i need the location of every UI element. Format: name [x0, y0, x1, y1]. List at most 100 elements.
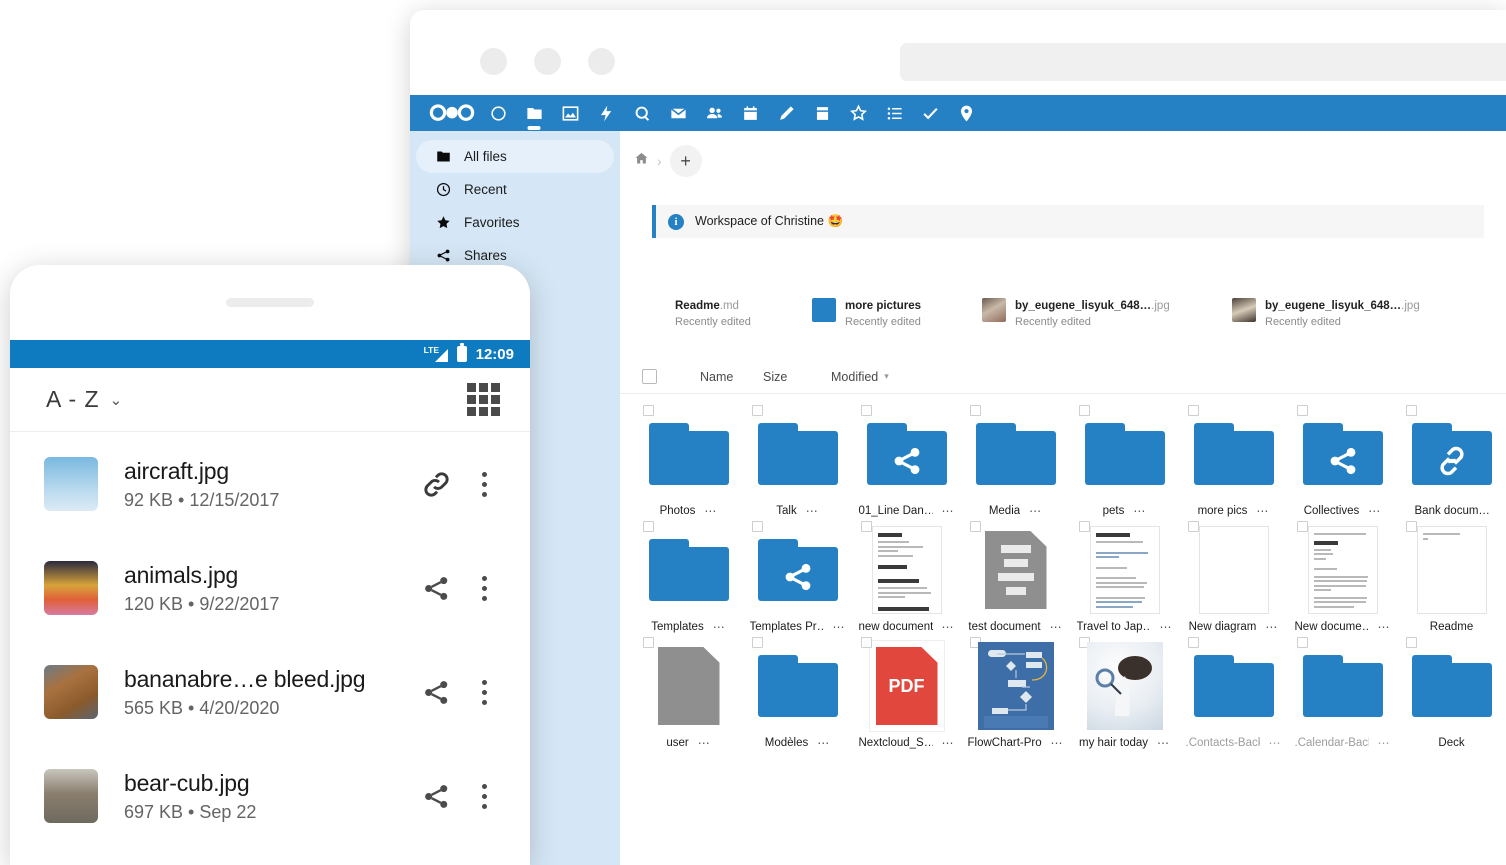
nav-tables-icon[interactable]: [876, 95, 912, 131]
column-header-name[interactable]: Name: [700, 370, 763, 384]
file-tile[interactable]: New docume… ⋯: [1288, 517, 1397, 633]
file-actions-button[interactable]: ⋯: [942, 621, 955, 633]
file-actions-button[interactable]: ⋯: [833, 621, 846, 633]
file-checkbox[interactable]: [1188, 521, 1199, 532]
file-tile[interactable]: Templates ⋯: [634, 517, 743, 633]
file-tile[interactable]: Collectives ⋯: [1288, 401, 1397, 517]
file-tile[interactable]: Travel to Jap… ⋯: [1070, 517, 1179, 633]
sort-order-button[interactable]: A - Z ⌄: [46, 386, 123, 413]
file-tile[interactable]: my hair today ⋯: [1070, 633, 1179, 749]
file-checkbox[interactable]: [1406, 521, 1417, 532]
file-tile[interactable]: Templates Pr… ⋯: [743, 517, 852, 633]
file-checkbox[interactable]: [861, 405, 872, 416]
file-checkbox[interactable]: [970, 521, 981, 532]
minimize-button[interactable]: [534, 48, 561, 75]
maximize-button[interactable]: [588, 48, 615, 75]
file-tile[interactable]: new document ⋯: [852, 517, 961, 633]
file-actions-button[interactable]: ⋯: [806, 505, 819, 517]
file-actions-button[interactable]: ⋯: [1378, 621, 1391, 633]
nav-tasks-icon[interactable]: [912, 95, 948, 131]
file-actions-button[interactable]: ⋯: [942, 505, 955, 517]
file-actions-button[interactable]: ⋯: [1265, 621, 1278, 633]
file-tile[interactable]: Modèles ⋯: [743, 633, 852, 749]
file-actions-button[interactable]: ⋯: [1269, 737, 1282, 749]
file-actions-button[interactable]: ⋯: [942, 737, 955, 749]
file-checkbox[interactable]: [643, 405, 654, 416]
file-actions-button[interactable]: ⋯: [713, 621, 726, 633]
file-tile[interactable]: .Calendar-Backup ⋯: [1288, 633, 1397, 749]
file-checkbox[interactable]: [1406, 637, 1417, 648]
share-icon[interactable]: [408, 574, 464, 603]
share-icon[interactable]: [408, 678, 464, 707]
file-tile[interactable]: user ⋯: [634, 633, 743, 749]
file-tile[interactable]: New diagram ⋯: [1179, 517, 1288, 633]
more-options-button[interactable]: [464, 679, 504, 705]
file-tile[interactable]: FlowChart-Pro ⋯: [961, 633, 1070, 749]
link-icon[interactable]: [408, 470, 464, 499]
column-header-size[interactable]: Size: [763, 370, 831, 384]
nav-photos-icon[interactable]: [552, 95, 588, 131]
file-actions-button[interactable]: ⋯: [1157, 737, 1170, 749]
file-checkbox[interactable]: [861, 521, 872, 532]
address-bar[interactable]: [900, 43, 1506, 81]
file-actions-button[interactable]: ⋯: [1160, 621, 1173, 633]
more-options-button[interactable]: [464, 783, 504, 809]
file-checkbox[interactable]: [1297, 405, 1308, 416]
file-actions-button[interactable]: ⋯: [1378, 737, 1391, 749]
file-tile[interactable]: Bank docum…: [1397, 401, 1506, 517]
nav-activity-icon[interactable]: [588, 95, 624, 131]
new-file-button[interactable]: +: [669, 145, 702, 177]
file-tile[interactable]: Deck: [1397, 633, 1506, 749]
file-tile[interactable]: pets ⋯: [1070, 401, 1179, 517]
file-checkbox[interactable]: [1079, 405, 1090, 416]
file-checkbox[interactable]: [1188, 637, 1199, 648]
recent-item[interactable]: by_eugene_lisyuk_648….jpg Recently edite…: [982, 296, 1232, 328]
grid-view-icon[interactable]: [467, 383, 500, 416]
sidebar-item-all-files[interactable]: All files: [416, 140, 614, 173]
file-actions-button[interactable]: ⋯: [1029, 505, 1042, 517]
file-checkbox[interactable]: [1297, 637, 1308, 648]
sidebar-item-favorites[interactable]: Favorites: [416, 206, 614, 239]
file-tile[interactable]: .Contacts-Backup ⋯: [1179, 633, 1288, 749]
file-checkbox[interactable]: [1406, 405, 1417, 416]
select-all-checkbox[interactable]: [642, 369, 657, 384]
file-actions-button[interactable]: ⋯: [1050, 621, 1063, 633]
more-options-button[interactable]: [464, 471, 504, 497]
nav-mail-icon[interactable]: [660, 95, 696, 131]
file-actions-button[interactable]: ⋯: [704, 505, 717, 517]
list-item[interactable]: aircraft.jpg 92 KB • 12/15/2017: [10, 432, 530, 536]
close-button[interactable]: [480, 48, 507, 75]
file-tile[interactable]: Talk ⋯: [743, 401, 852, 517]
file-tile[interactable]: Readme: [1397, 517, 1506, 633]
file-tile[interactable]: PDF Nextcloud_S… ⋯: [852, 633, 961, 749]
file-checkbox[interactable]: [1297, 521, 1308, 532]
list-item[interactable]: bananabre…e bleed.jpg 565 KB • 4/20/2020: [10, 640, 530, 744]
file-checkbox[interactable]: [752, 637, 763, 648]
file-checkbox[interactable]: [861, 637, 872, 648]
file-tile[interactable]: test document ⋯: [961, 517, 1070, 633]
nav-notes-icon[interactable]: [768, 95, 804, 131]
file-tile[interactable]: Photos ⋯: [634, 401, 743, 517]
column-header-modified[interactable]: Modified ▾: [831, 370, 889, 384]
nav-maps-icon[interactable]: [948, 95, 984, 131]
share-icon[interactable]: [408, 782, 464, 811]
nav-files-icon[interactable]: [516, 95, 552, 131]
file-checkbox[interactable]: [643, 637, 654, 648]
file-tile[interactable]: Media ⋯: [961, 401, 1070, 517]
nextcloud-logo-icon[interactable]: [424, 95, 480, 131]
more-options-button[interactable]: [464, 575, 504, 601]
file-actions-button[interactable]: ⋯: [698, 737, 711, 749]
file-checkbox[interactable]: [752, 405, 763, 416]
file-actions-button[interactable]: ⋯: [1256, 505, 1269, 517]
file-checkbox[interactable]: [1188, 405, 1199, 416]
file-checkbox[interactable]: [970, 405, 981, 416]
file-checkbox[interactable]: [752, 521, 763, 532]
list-item[interactable]: animals.jpg 120 KB • 9/22/2017: [10, 536, 530, 640]
nav-dashboard-icon[interactable]: [480, 95, 516, 131]
file-actions-button[interactable]: ⋯: [1051, 737, 1064, 749]
file-actions-button[interactable]: ⋯: [1368, 505, 1381, 517]
window-traffic-lights[interactable]: [480, 48, 615, 75]
home-icon[interactable]: [634, 151, 649, 171]
file-tile[interactable]: 01_Line Dan… ⋯: [852, 401, 961, 517]
recent-item[interactable]: by_eugene_lisyuk_648….jpg Recently edite…: [1232, 296, 1482, 328]
